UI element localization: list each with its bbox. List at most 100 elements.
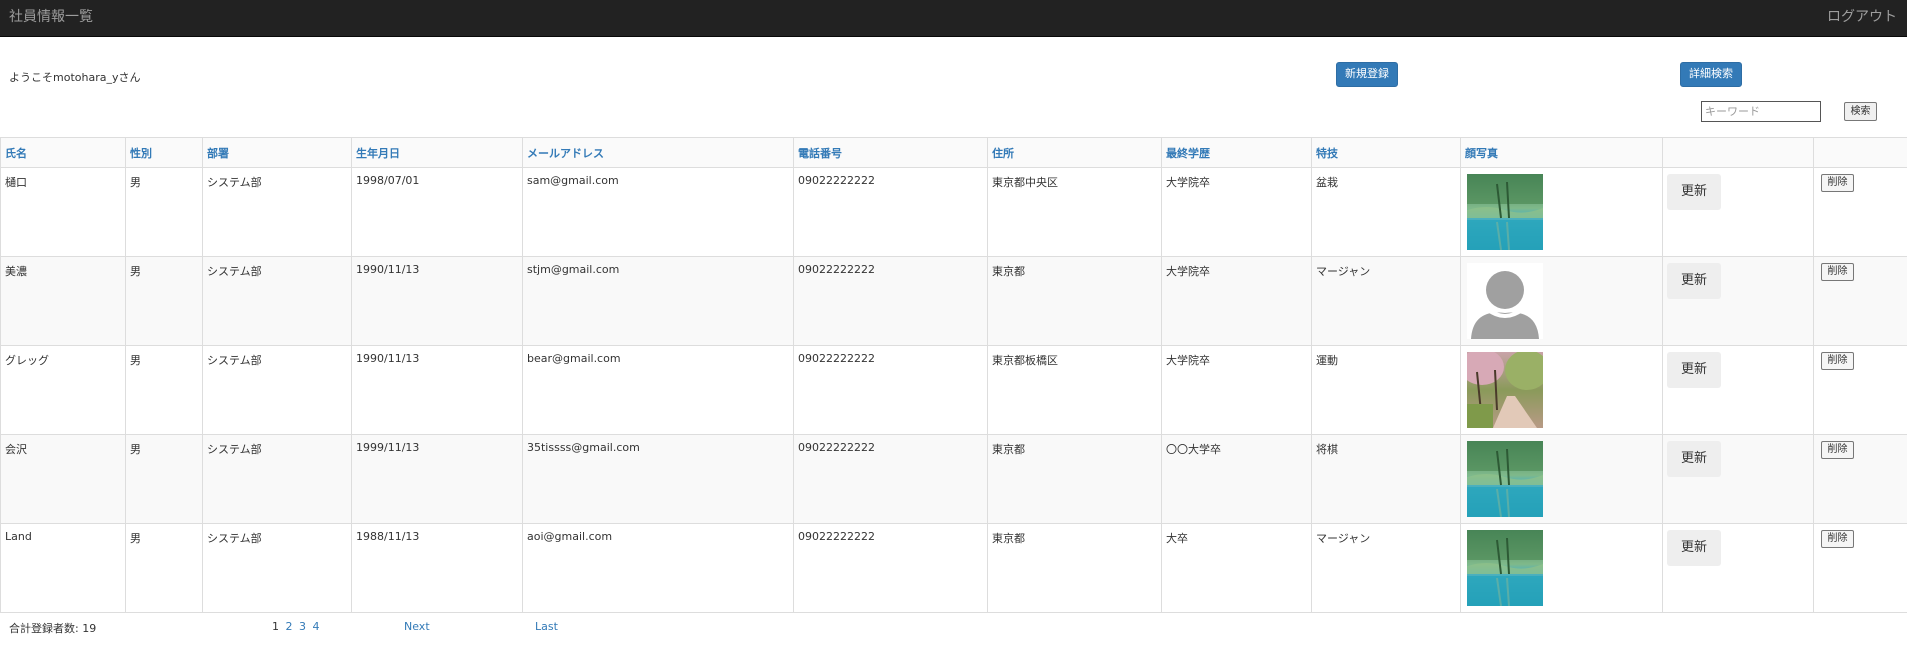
cell-skill: マージャン <box>1311 256 1461 346</box>
header-department[interactable]: 部署 <box>202 137 352 168</box>
cell-gender: 男 <box>125 256 203 346</box>
table-row: 会沢 男 システム部 1999/11/13 35tissss@gmail.com… <box>0 434 1907 524</box>
cell-delete: 削除 <box>1813 434 1907 524</box>
logout-link[interactable]: ログアウト <box>1827 6 1897 26</box>
cell-gender: 男 <box>125 523 203 613</box>
delete-button[interactable]: 削除 <box>1821 174 1854 192</box>
cell-email: stjm@gmail.com <box>522 256 794 346</box>
cell-photo <box>1460 345 1663 435</box>
header-address[interactable]: 住所 <box>987 137 1162 168</box>
cell-phone: 09022222222 <box>793 167 988 257</box>
header-skill[interactable]: 特技 <box>1311 137 1461 168</box>
cell-birthdate: 1990/11/13 <box>351 345 523 435</box>
cell-photo <box>1460 256 1663 346</box>
header-name[interactable]: 氏名 <box>0 137 126 168</box>
cell-update: 更新 <box>1662 523 1814 613</box>
cell-name: グレッグ <box>0 345 126 435</box>
delete-button[interactable]: 削除 <box>1821 263 1854 281</box>
cell-name: Land <box>0 523 126 613</box>
table-row: 美濃 男 システム部 1990/11/13 stjm@gmail.com 090… <box>0 256 1907 346</box>
cell-email: bear@gmail.com <box>522 345 794 435</box>
advanced-search-button[interactable]: 詳細検索 <box>1680 62 1742 87</box>
cell-education: 大卒 <box>1161 523 1312 613</box>
cell-email: aoi@gmail.com <box>522 523 794 613</box>
cell-department: システム部 <box>202 167 352 257</box>
cell-skill: 将棋 <box>1311 434 1461 524</box>
cell-delete: 削除 <box>1813 167 1907 257</box>
page-link-4[interactable]: 4 <box>313 620 320 633</box>
cell-phone: 09022222222 <box>793 345 988 435</box>
header-gender[interactable]: 性別 <box>125 137 203 168</box>
table-row: グレッグ 男 システム部 1990/11/13 bear@gmail.com 0… <box>0 345 1907 435</box>
cell-gender: 男 <box>125 345 203 435</box>
cell-skill: 盆栽 <box>1311 167 1461 257</box>
update-button[interactable]: 更新 <box>1667 174 1721 210</box>
cell-birthdate: 1998/07/01 <box>351 167 523 257</box>
current-page: 1 <box>272 620 279 633</box>
cell-email: sam@gmail.com <box>522 167 794 257</box>
header-phone[interactable]: 電話番号 <box>793 137 988 168</box>
cell-birthdate: 1990/11/13 <box>351 256 523 346</box>
welcome-message: ようこそmotohara_yさん <box>9 71 141 84</box>
cell-phone: 09022222222 <box>793 434 988 524</box>
cell-photo <box>1460 523 1663 613</box>
cell-department: システム部 <box>202 345 352 435</box>
update-button[interactable]: 更新 <box>1667 530 1721 566</box>
table-header-row: 氏名 性別 部署 生年月日 メールアドレス 電話番号 住所 最終学歴 特技 顔写… <box>0 137 1907 168</box>
cell-education: 〇〇大学卒 <box>1161 434 1312 524</box>
cell-delete: 削除 <box>1813 256 1907 346</box>
app-title[interactable]: 社員情報一覧 <box>9 6 93 26</box>
cell-update: 更新 <box>1662 434 1814 524</box>
cell-department: システム部 <box>202 523 352 613</box>
pagination: 1 2 3 4 <box>272 620 323 633</box>
cell-address: 東京都 <box>987 434 1162 524</box>
cell-birthdate: 1988/11/13 <box>351 523 523 613</box>
update-button[interactable]: 更新 <box>1667 263 1721 299</box>
cell-address: 東京都 <box>987 256 1162 346</box>
cell-email: 35tissss@gmail.com <box>522 434 794 524</box>
cell-skill: 運動 <box>1311 345 1461 435</box>
lake-photo <box>1467 441 1543 517</box>
total-count: 合計登録者数: 19 <box>9 622 97 635</box>
page-link-2[interactable]: 2 <box>286 620 293 633</box>
cell-photo <box>1460 167 1663 257</box>
cell-name: 会沢 <box>0 434 126 524</box>
lake-photo <box>1467 530 1543 606</box>
delete-button[interactable]: 削除 <box>1821 441 1854 459</box>
delete-button[interactable]: 削除 <box>1821 352 1854 370</box>
cell-update: 更新 <box>1662 167 1814 257</box>
header-email[interactable]: メールアドレス <box>522 137 794 168</box>
employee-table: 氏名 性別 部署 生年月日 メールアドレス 電話番号 住所 最終学歴 特技 顔写… <box>0 137 1907 613</box>
header-delete-col <box>1813 137 1907 168</box>
cell-name: 樋口 <box>0 167 126 257</box>
last-page-link[interactable]: Last <box>535 620 558 633</box>
cherry-path-photo <box>1467 352 1543 428</box>
cell-education: 大学院卒 <box>1161 256 1312 346</box>
header-education[interactable]: 最終学歴 <box>1161 137 1312 168</box>
cell-phone: 09022222222 <box>793 256 988 346</box>
update-button[interactable]: 更新 <box>1667 352 1721 388</box>
cell-department: システム部 <box>202 256 352 346</box>
lake-photo <box>1467 174 1543 250</box>
cell-address: 東京都 <box>987 523 1162 613</box>
cell-department: システム部 <box>202 434 352 524</box>
page-link-3[interactable]: 3 <box>299 620 306 633</box>
search-button[interactable]: 検索 <box>1844 102 1877 121</box>
header-birthdate[interactable]: 生年月日 <box>351 137 523 168</box>
header-update-col <box>1662 137 1814 168</box>
cell-update: 更新 <box>1662 256 1814 346</box>
header-photo[interactable]: 顔写真 <box>1460 137 1663 168</box>
keyword-search-input[interactable] <box>1701 101 1821 122</box>
delete-button[interactable]: 削除 <box>1821 530 1854 548</box>
cell-skill: マージャン <box>1311 523 1461 613</box>
update-button[interactable]: 更新 <box>1667 441 1721 477</box>
table-row: 樋口 男 システム部 1998/07/01 sam@gmail.com 0902… <box>0 167 1907 257</box>
cell-photo <box>1460 434 1663 524</box>
cell-name: 美濃 <box>0 256 126 346</box>
cell-gender: 男 <box>125 167 203 257</box>
new-register-button[interactable]: 新規登録 <box>1336 62 1398 87</box>
cell-delete: 削除 <box>1813 345 1907 435</box>
next-page-link[interactable]: Next <box>404 620 430 633</box>
cell-education: 大学院卒 <box>1161 167 1312 257</box>
cell-update: 更新 <box>1662 345 1814 435</box>
